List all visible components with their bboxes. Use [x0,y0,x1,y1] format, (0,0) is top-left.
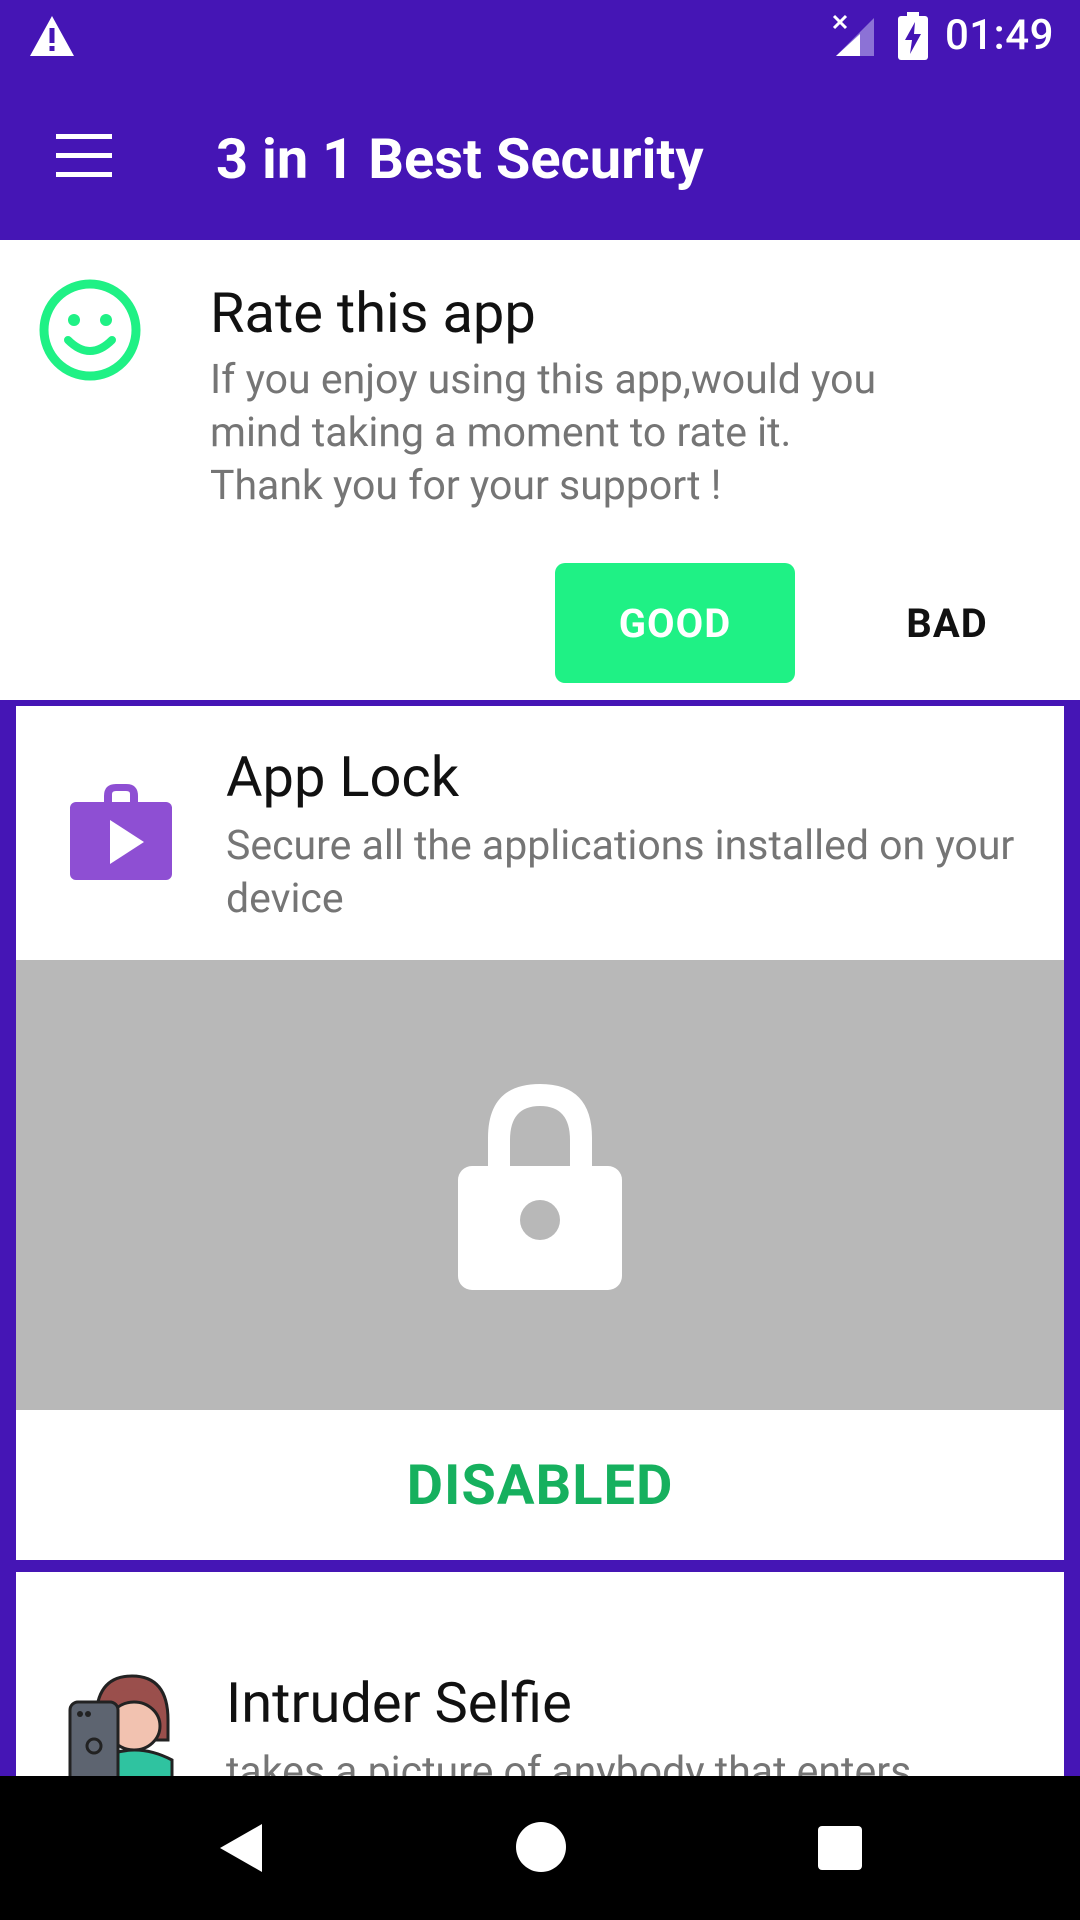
app-lock-icon [70,784,172,880]
signal-icon [832,14,874,56]
hamburger-menu-icon[interactable] [56,134,112,178]
status-bar: 01:49 [0,0,1080,74]
rate-app-card: Rate this app If you enjoy using this ap… [0,240,1080,700]
intruder-selfie-title: Intruder Selfie [226,1670,572,1736]
recent-apps-icon[interactable] [818,1826,862,1870]
rate-title: Rate this app [210,280,536,346]
warning-icon [30,16,74,56]
app-toolbar: 3 in 1 Best Security [0,74,1080,240]
app-lock-card[interactable]: App Lock Secure all the applications ins… [16,706,1064,1560]
bad-button[interactable]: BAD [862,563,1032,683]
rate-description-line: mind taking a moment to rate it. [210,409,792,457]
home-icon[interactable] [516,1822,566,1872]
app-lock-title: App Lock [226,744,460,810]
good-button[interactable]: GOOD [555,563,795,683]
app-lock-toggle-area[interactable] [16,960,1064,1410]
rate-description-line: Thank you for your support ! [210,462,722,510]
padlock-icon [458,1084,622,1290]
back-icon[interactable] [216,1820,266,1876]
intruder-selfie-card[interactable]: Intruder Selfie takes a picture of anybo… [16,1572,1064,1782]
app-lock-description: Secure all the applications installed on… [226,822,1015,923]
status-time: 01:49 [944,11,1054,60]
app-lock-status: DISABLED [406,1452,674,1518]
intruder-selfie-icon [68,1674,174,1782]
rate-description-line: If you enjoy using this app,would you [210,356,877,404]
smiley-icon [39,279,141,381]
battery-charging-icon [898,12,928,60]
page-title: 3 in 1 Best Security [216,126,704,192]
rate-description: If you enjoy using this app,would you mi… [210,354,1030,513]
system-nav-bar [0,1776,1080,1920]
